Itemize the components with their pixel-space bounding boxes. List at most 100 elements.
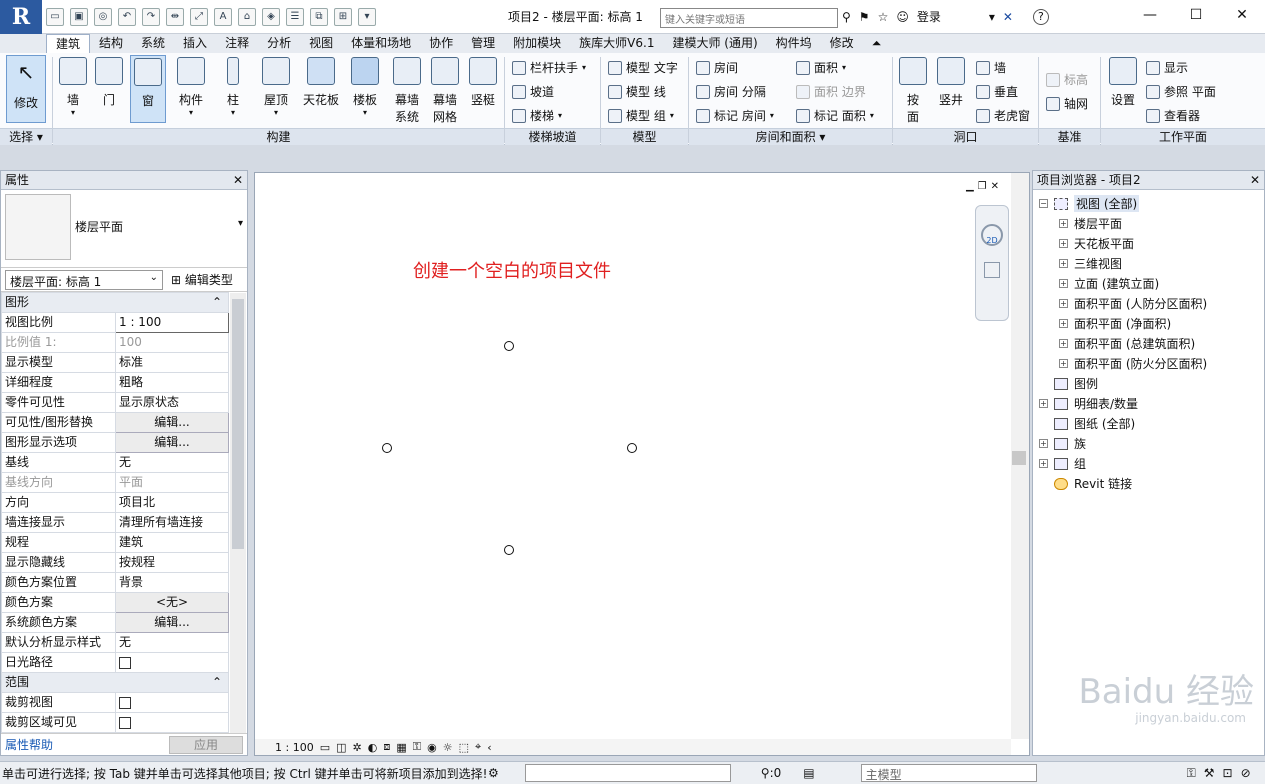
prop-value[interactable]: 无 (115, 632, 229, 653)
minimize-icon[interactable]: — (1127, 0, 1173, 30)
prop-value[interactable]: 清理所有墙连接 (115, 512, 229, 533)
show-crop-icon[interactable]: ▦ (396, 741, 406, 754)
ramp-button[interactable]: 坡道 (512, 83, 554, 100)
railing-button[interactable]: 栏杆扶手 ▾ (512, 59, 586, 76)
visual-style-icon[interactable]: ◫ (336, 741, 346, 754)
restore-icon[interactable]: ❐ (978, 181, 987, 192)
binoculars-icon[interactable]: ⚲ (842, 10, 851, 24)
shadows-icon[interactable]: ◐ (368, 741, 378, 754)
crop-icon[interactable]: ⧈ (383, 740, 390, 754)
redo-icon[interactable]: ↷ (142, 8, 160, 26)
section-icon[interactable]: ◈ (262, 8, 280, 26)
select-underlay-icon[interactable]: ⊡ (1223, 766, 1233, 780)
curtain-system-button[interactable]: 幕墙 系统 (390, 57, 424, 125)
tab-manage[interactable]: 管理 (462, 34, 504, 53)
floor-button[interactable]: 楼板 ▾ (348, 57, 382, 117)
edit-button[interactable]: 编辑... (115, 412, 229, 433)
canvas-scrollbar-thumb[interactable] (1012, 451, 1026, 465)
tab-modeling-master[interactable]: 建模大师 (通用) (663, 34, 766, 53)
3d-view-icon[interactable]: ⌂ (238, 8, 256, 26)
lock-3d-icon[interactable]: ⚿ (413, 740, 421, 754)
room-separator-button[interactable]: 房间 分隔 (696, 83, 766, 100)
workset-dropdown[interactable] (524, 764, 731, 782)
stair-button[interactable]: 楼梯 ▾ (512, 107, 562, 124)
prop-value[interactable]: 建筑 (115, 532, 229, 553)
design-options-icon[interactable]: ▤ (803, 766, 814, 780)
expand-icon[interactable]: + (1059, 359, 1068, 368)
customize-qat-icon[interactable]: ▾ (358, 8, 376, 26)
wall-opening-button[interactable]: 墙 (976, 59, 1006, 76)
reveal-hidden-icon[interactable]: ☼ (443, 741, 453, 754)
level-button[interactable]: 标高 (1046, 71, 1088, 88)
group-extents[interactable]: 范围 ⌃ (1, 672, 229, 693)
expand-icon[interactable]: + (1059, 239, 1068, 248)
minimize-icon[interactable]: ▁ (966, 181, 974, 192)
elevation-marker-east[interactable] (627, 443, 637, 453)
close-icon[interactable]: ✕ (233, 171, 243, 190)
app-menu-button[interactable]: R (0, 0, 42, 34)
expand-icon[interactable]: + (1059, 259, 1068, 268)
expand-icon[interactable]: + (1039, 399, 1048, 408)
analytical-model-icon[interactable]: ⬚ (459, 741, 469, 754)
switch-windows-icon[interactable]: ⊞ (334, 8, 352, 26)
expand-icon[interactable]: + (1059, 219, 1068, 228)
prop-value[interactable]: 按规程 (115, 552, 229, 573)
temp-hide-icon[interactable]: ◉ (427, 741, 437, 754)
edit-type-button[interactable]: ⊞ 编辑类型 (171, 271, 233, 288)
sun-path-checkbox[interactable] (119, 656, 131, 669)
grid-button[interactable]: 轴网 (1046, 95, 1088, 112)
model-line-button[interactable]: 模型 线 (608, 83, 666, 100)
chevron-down-icon[interactable]: ▾ (238, 218, 243, 229)
workset-icon[interactable]: ⚙ (488, 766, 499, 780)
dimension-icon[interactable]: ⤢ (190, 8, 208, 26)
edit-button[interactable]: 编辑... (115, 612, 229, 633)
elevation-marker-north[interactable] (504, 341, 514, 351)
tab-view[interactable]: 视图 (300, 34, 342, 53)
login-button[interactable]: 登录 (917, 8, 941, 25)
view-scale-input[interactable]: 1 : 100 (115, 312, 229, 333)
save-icon[interactable]: ▣ (70, 8, 88, 26)
filter-selection-icon[interactable]: ⊘ (1241, 766, 1251, 780)
modify-button[interactable]: ↖ 修改 (6, 55, 46, 123)
crop-view-checkbox[interactable] (119, 696, 131, 709)
tab-architecture[interactable]: 建筑 (46, 34, 91, 53)
edit-button[interactable]: 编辑... (115, 432, 229, 453)
view-scale[interactable]: 1 : 100 (275, 741, 314, 754)
tree-revit-links[interactable]: Revit 链接 (1054, 475, 1132, 492)
by-face-button[interactable]: 按面 (898, 57, 928, 125)
subscription-icon[interactable]: ⚑ (859, 10, 870, 24)
tree-item[interactable]: + 面积平面 (总建筑面积) (1059, 335, 1195, 352)
properties-scrollbar[interactable] (230, 293, 246, 733)
column-button[interactable]: 柱 ▾ (218, 57, 248, 117)
thin-lines-icon[interactable]: ☰ (286, 8, 304, 26)
tab-systems[interactable]: 系统 (132, 34, 174, 53)
shaft-button[interactable]: 竖井 (934, 57, 968, 108)
help-button[interactable]: ? (1032, 8, 1049, 25)
detail-level-icon[interactable]: ▭ (320, 741, 330, 754)
collapse-icon[interactable]: − (1039, 199, 1048, 208)
mullion-button[interactable]: 竖梃 (466, 57, 500, 108)
tree-groups[interactable]: + 组 (1039, 455, 1086, 472)
undo-icon[interactable]: ↶ (118, 8, 136, 26)
open-icon[interactable]: ▭ (46, 8, 64, 26)
component-button[interactable]: 构件 ▾ (172, 57, 210, 117)
highlight-displacement-icon[interactable]: ⌖ (475, 740, 481, 754)
close-hidden-icon[interactable]: ⧉ (310, 8, 328, 26)
tag-area-button[interactable]: 标记 面积 ▾ (796, 107, 874, 124)
room-button[interactable]: 房间 (696, 59, 738, 76)
tree-item[interactable]: + 面积平面 (人防分区面积) (1059, 295, 1207, 312)
tab-analyze[interactable]: 分析 (258, 34, 300, 53)
color-scheme-button[interactable]: <无> (115, 592, 229, 613)
prop-value[interactable]: 粗略 (115, 372, 229, 393)
tree-item[interactable]: + 面积平面 (防火分区面积) (1059, 355, 1207, 372)
select-pinned-icon[interactable]: ⚒ (1204, 766, 1215, 780)
zoom-icon[interactable] (984, 262, 1000, 278)
expand-icon[interactable]: + (1059, 299, 1068, 308)
tree-views-all[interactable]: − 视图 (全部) (1039, 195, 1140, 212)
tree-item[interactable]: + 面积平面 (净面积) (1059, 315, 1171, 332)
tree-item[interactable]: + 三维视图 (1059, 255, 1122, 272)
text-icon[interactable]: A (214, 8, 232, 26)
properties-help-link[interactable]: 属性帮助 (5, 736, 53, 753)
crop-visible-checkbox[interactable] (119, 716, 131, 729)
elevation-marker-west[interactable] (382, 443, 392, 453)
